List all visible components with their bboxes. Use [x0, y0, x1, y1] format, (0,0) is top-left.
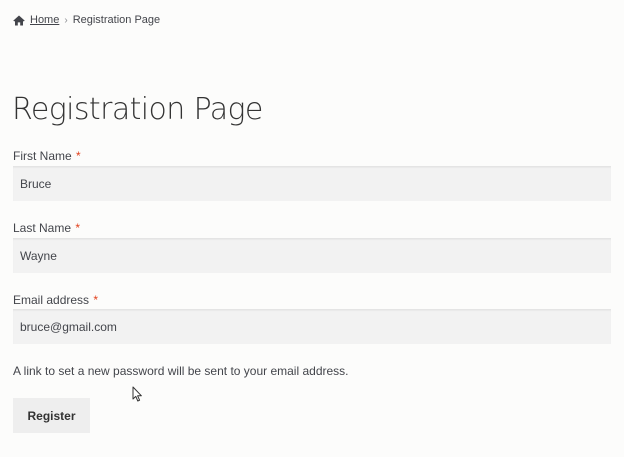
email-label-text: Email address	[13, 293, 90, 307]
last-name-input[interactable]	[13, 238, 611, 273]
email-label: Email address *	[13, 293, 98, 307]
first-name-label: First Name *	[13, 149, 81, 163]
page-title: Registration Page	[12, 92, 263, 127]
last-name-label: Last Name *	[13, 221, 80, 235]
breadcrumb-separator: ›	[64, 14, 68, 26]
required-marker: *	[93, 293, 99, 307]
first-name-input[interactable]	[13, 166, 611, 201]
required-marker: *	[76, 149, 81, 163]
home-icon	[13, 15, 25, 26]
first-name-label-text: First Name	[13, 149, 72, 163]
registration-page: Home › Registration Page Registration Pa…	[0, 0, 624, 457]
mouse-pointer-icon	[132, 386, 144, 403]
last-name-label-text: Last Name	[13, 221, 72, 235]
register-button[interactable]: Register	[13, 398, 90, 433]
required-marker: *	[75, 221, 81, 235]
breadcrumb: Home › Registration Page	[13, 12, 160, 28]
breadcrumb-current: Registration Page	[72, 14, 161, 26]
password-helper-text: A link to set a new password will be sen…	[13, 364, 349, 378]
breadcrumb-home-link[interactable]: Home	[30, 14, 59, 26]
email-input[interactable]	[13, 309, 611, 344]
